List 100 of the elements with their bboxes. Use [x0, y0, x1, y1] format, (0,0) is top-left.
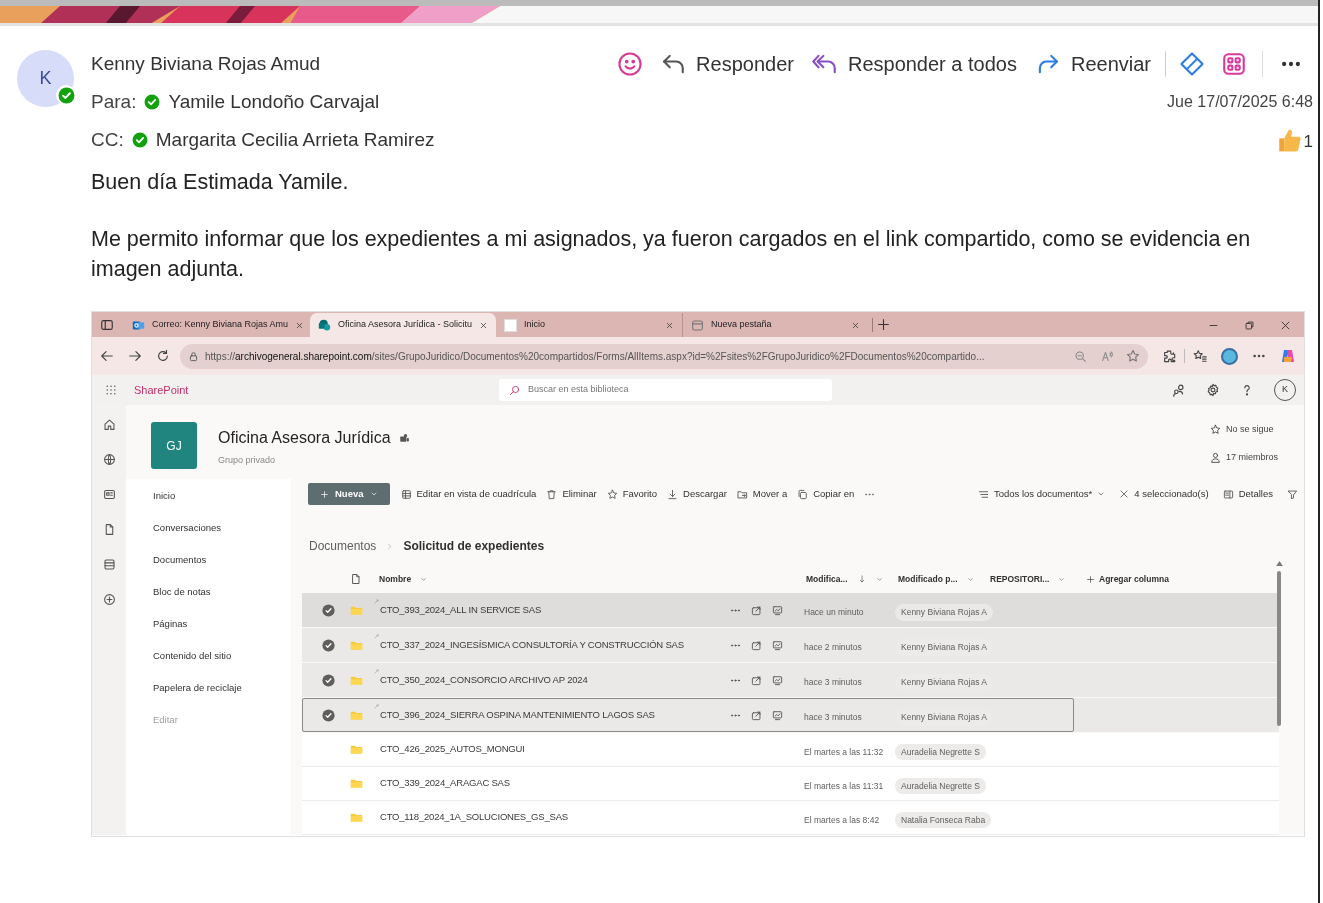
- clear-selection-button[interactable]: 4 seleccionado(s): [1119, 486, 1209, 502]
- close-icon[interactable]: [295, 320, 305, 330]
- members-button[interactable]: 17 miembros: [1209, 450, 1278, 464]
- grid-command[interactable]: Editar en vista de cuadrícula: [395, 483, 542, 505]
- teams-icon[interactable]: [397, 432, 410, 444]
- folder-arrow-icon: [736, 488, 748, 500]
- activity-icon[interactable]: [772, 709, 783, 721]
- copilot-icon[interactable]: [1280, 348, 1296, 364]
- copy-command[interactable]: Copiar en: [792, 483, 860, 505]
- column-header[interactable]: Nombre: [379, 572, 428, 586]
- file-row[interactable]: CTO_396_2024_SIERRA OSPINA MANTENIMIENTO LAGOS SAS hace 3 minutos Kenny Biviana Rojas A: [302, 698, 1279, 732]
- person-chip[interactable]: Auradelia Negrette S: [895, 743, 986, 761]
- share-icon[interactable]: [751, 604, 762, 616]
- checkmark-circle-icon[interactable]: [322, 708, 335, 722]
- nav-link[interactable]: Conversaciones: [153, 512, 291, 544]
- share-people-icon[interactable]: [1172, 383, 1186, 397]
- scrollbar[interactable]: [1275, 561, 1283, 726]
- file-row[interactable]: CTO_393_2024_ALL IN SERVICE SAS Hace un minuto Kenny Biviana Rojas A: [302, 593, 1279, 627]
- folder-name[interactable]: CTO_337_2024_INGESÍSMICA CONSULTORÍA Y CONSTRUCCIÓN SAS: [380, 637, 684, 653]
- activity-icon[interactable]: [772, 604, 783, 616]
- add-circle-icon[interactable]: [102, 593, 116, 606]
- reaction-button[interactable]: 1: [1275, 126, 1313, 154]
- column-header[interactable]: Modificado p...: [898, 572, 974, 586]
- globe-icon[interactable]: [102, 453, 116, 466]
- app-launcher-icon[interactable]: [105, 384, 117, 396]
- view-selector[interactable]: Todos los documentos*: [977, 486, 1106, 502]
- folder-name[interactable]: CTO_396_2024_SIERRA OSPINA MANTENIMIENTO LAGOS SAS: [380, 707, 655, 723]
- file-row[interactable]: CTO_350_2024_CONSORCIO ARCHIVO AP 2024 hace 3 minutos Kenny Biviana Rojas A: [302, 663, 1279, 697]
- folder-name[interactable]: CTO_426_2025_AUTOS_MONGUI: [380, 742, 525, 757]
- share-icon[interactable]: [751, 709, 762, 721]
- close-icon[interactable]: [665, 320, 674, 330]
- person-chip[interactable]: Kenny Biviana Rojas A: [895, 604, 993, 621]
- extensions-icon[interactable]: [1162, 349, 1176, 363]
- tab-title: Correo: Kenny Biviana Rojas Amu: [152, 318, 289, 332]
- avatar[interactable]: K: [17, 50, 74, 107]
- breadcrumb-link[interactable]: Documentos: [309, 537, 377, 555]
- recipient-name[interactable]: Yamile Londoño Carvajal: [168, 87, 380, 117]
- nav-link[interactable]: Papelera de reciclaje: [153, 672, 291, 704]
- site-logo[interactable]: GJ: [151, 422, 197, 469]
- star-command[interactable]: Favorito: [601, 483, 663, 505]
- nav-link[interactable]: Inicio: [153, 480, 291, 512]
- activity-icon[interactable]: [772, 639, 783, 651]
- home-icon[interactable]: [102, 418, 116, 431]
- back-icon[interactable]: [100, 349, 114, 363]
- plus-icon[interactable]: [877, 318, 890, 331]
- nav-link[interactable]: Bloc de notas: [153, 576, 291, 608]
- folder-name[interactable]: CTO_339_2024_ARAGAC SAS: [380, 776, 510, 791]
- folder-name[interactable]: CTO_350_2024_CONSORCIO ARCHIVO AP 2024: [380, 672, 588, 688]
- add-column-button[interactable]: Agregar columna: [1086, 572, 1169, 586]
- follow-button[interactable]: No se sigue: [1209, 423, 1274, 437]
- star-icon[interactable]: [1126, 349, 1140, 363]
- search-field[interactable]: Buscar en esta biblioteca: [499, 379, 832, 401]
- checkmark-circle-icon[interactable]: [322, 673, 335, 687]
- close-icon[interactable]: [479, 320, 489, 330]
- share-icon[interactable]: [751, 639, 762, 651]
- reply-all-button[interactable]: Responder a todos: [805, 47, 1023, 81]
- recipient-name[interactable]: Margarita Cecilia Arrieta Ramirez: [155, 125, 435, 155]
- activity-icon[interactable]: [772, 674, 783, 686]
- favorites-icon[interactable]: [1193, 349, 1207, 363]
- forward-button[interactable]: Reenviar: [1028, 47, 1157, 81]
- close-icon[interactable]: [1280, 320, 1291, 331]
- browser-tab[interactable]: Oficina Asesora Jurídica - Solicitu: [310, 313, 496, 337]
- file-row[interactable]: CTO_337_2024_INGESÍSMICA CONSULTORÍA Y CONSTRUCCIÓN SAS hace 2 minutos Kenny Biviana Rojas A: [302, 628, 1279, 662]
- move-command[interactable]: Mover a: [731, 483, 793, 505]
- delete-command[interactable]: Eliminar: [541, 483, 602, 505]
- file-row[interactable]: CTO_426_2025_AUTOS_MONGUI El martes a las 11:32 Auradelia Negrette S: [302, 733, 1279, 767]
- file-row[interactable]: CTO_118_2024_1A_SOLUCIONES_GS_SAS El martes a las 8:42 Natalia Fonseca Raba: [302, 801, 1279, 835]
- list-icon[interactable]: [102, 558, 116, 571]
- sidebar-icon[interactable]: [100, 318, 114, 332]
- settings-icon[interactable]: [1206, 383, 1220, 397]
- folder-name[interactable]: CTO_393_2024_ALL IN SERVICE SAS: [380, 602, 542, 618]
- close-icon[interactable]: [851, 320, 860, 330]
- column-header[interactable]: REPOSITORI...: [990, 572, 1066, 586]
- file-type-icon[interactable]: [350, 573, 362, 585]
- checkmark-circle-icon[interactable]: [322, 603, 335, 617]
- scroll-up-icon[interactable]: [1275, 561, 1283, 566]
- download-command[interactable]: Descargar: [662, 483, 732, 505]
- forward-icon[interactable]: [128, 349, 142, 363]
- checkmark-circle-icon[interactable]: [322, 638, 335, 652]
- reload-icon[interactable]: [156, 349, 170, 363]
- nav-link[interactable]: Documentos: [153, 544, 291, 576]
- nav-link[interactable]: Páginas: [153, 608, 291, 640]
- nav-link[interactable]: Contenido del sitio: [153, 640, 291, 672]
- app-name[interactable]: SharePoint: [134, 381, 499, 399]
- site-title[interactable]: Oficina Asesora Jurídica: [218, 426, 391, 450]
- profile-avatar[interactable]: [1221, 347, 1238, 365]
- share-icon[interactable]: [751, 674, 762, 686]
- news-icon[interactable]: [102, 488, 116, 501]
- new-button[interactable]: Nueva: [308, 483, 390, 505]
- filter-icon[interactable]: [1287, 488, 1298, 500]
- sender-name[interactable]: Kenny Biviana Rojas Amud: [91, 49, 321, 79]
- details-button[interactable]: Detalles: [1222, 486, 1273, 502]
- folder-name[interactable]: CTO_118_2024_1A_SOLUCIONES_GS_SAS: [380, 810, 568, 825]
- person-chip[interactable]: Natalia Fonseca Raba: [895, 811, 992, 829]
- file-row[interactable]: CTO_339_2024_ARAGAC SAS El martes a las 11:31 Auradelia Negrette S: [302, 767, 1279, 801]
- reply-button[interactable]: Responder: [654, 47, 800, 81]
- column-header[interactable]: Modifica...: [806, 572, 883, 586]
- address-bar[interactable]: https://archivogeneral.sharepoint.com/sites/GrupoJuridico/Documentos%20compartidos/Forms/AllItems.aspx?id=%2Fsites%2FGrupoJuridico%2FDocumentos%20compartido...: [180, 343, 1148, 369]
- person-chip[interactable]: Auradelia Negrette S: [895, 777, 986, 795]
- restore-icon[interactable]: [1244, 320, 1255, 331]
